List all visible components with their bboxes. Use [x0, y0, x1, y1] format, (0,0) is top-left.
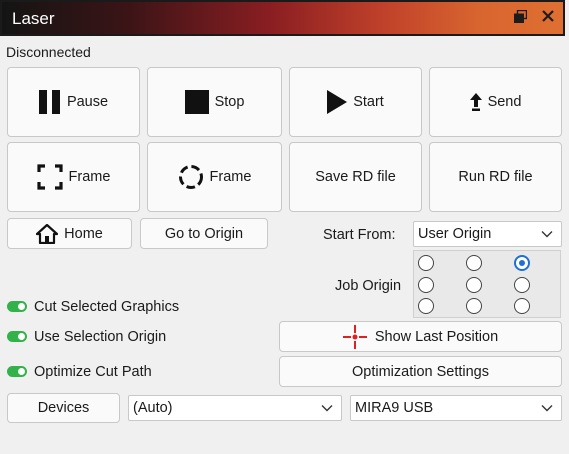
- origin-middle-left-radio[interactable]: [418, 277, 434, 293]
- upload-arrow-icon: [469, 93, 482, 111]
- frame-circle-button[interactable]: Frame: [147, 142, 282, 212]
- start-from-select[interactable]: User Origin: [413, 221, 562, 247]
- send-label: Send: [487, 94, 522, 110]
- origin-middle-right-radio[interactable]: [514, 277, 530, 293]
- connection-status: Disconnected: [6, 44, 91, 60]
- start-button[interactable]: Start: [289, 67, 422, 137]
- devices-label: Devices: [37, 400, 90, 416]
- cut-selected-graphics-toggle[interactable]: [7, 301, 27, 312]
- send-button[interactable]: Send: [429, 67, 562, 137]
- optimization-settings-label: Optimization Settings: [351, 363, 489, 380]
- go-to-origin-button[interactable]: Go to Origin: [140, 218, 268, 249]
- origin-top-left-radio[interactable]: [418, 255, 434, 271]
- origin-top-right-radio[interactable]: [514, 255, 530, 271]
- use-selection-origin-label: Use Selection Origin: [34, 329, 167, 345]
- play-icon: [327, 90, 348, 114]
- optimization-settings-button[interactable]: Optimization Settings: [279, 356, 562, 387]
- close-icon[interactable]: [542, 10, 554, 26]
- save-rd-label: Save RD file: [315, 169, 396, 185]
- frame-rect-label: Frame: [68, 169, 111, 185]
- save-rd-file-button[interactable]: Save RD file: [289, 142, 422, 212]
- run-rd-file-button[interactable]: Run RD file: [429, 142, 562, 212]
- frame-circle-icon: [178, 165, 203, 189]
- title-bar: Laser: [0, 0, 565, 36]
- job-origin-label: Job Origin: [335, 278, 402, 294]
- chevron-down-icon: [541, 231, 553, 238]
- device-select[interactable]: MIRA9 USB: [350, 395, 562, 421]
- pause-icon: [38, 90, 60, 114]
- origin-bottom-right-radio[interactable]: [514, 298, 530, 314]
- start-from-value: User Origin: [418, 226, 492, 242]
- stop-label: Stop: [214, 94, 245, 110]
- frame-rectangle-icon: [36, 164, 63, 190]
- home-icon: [36, 223, 59, 244]
- frame-rect-button[interactable]: Frame: [7, 142, 140, 212]
- chevron-down-icon: [321, 405, 333, 412]
- stop-icon: [184, 90, 209, 114]
- port-select-value: (Auto): [133, 400, 173, 416]
- optimize-cut-path-toggle[interactable]: [7, 366, 27, 377]
- job-origin-grid: [413, 250, 561, 318]
- cut-selected-graphics-label: Cut Selected Graphics: [34, 299, 180, 315]
- window-title: Laser: [12, 9, 55, 28]
- frame-circle-label: Frame: [209, 169, 252, 185]
- optimize-cut-path-label: Optimize Cut Path: [34, 364, 152, 380]
- home-label: Home: [64, 225, 103, 242]
- stop-button[interactable]: Stop: [147, 67, 282, 137]
- pause-button[interactable]: Pause: [7, 67, 140, 137]
- port-select[interactable]: (Auto): [128, 395, 342, 421]
- use-selection-origin-toggle[interactable]: [7, 331, 27, 342]
- start-label: Start: [353, 94, 384, 110]
- chevron-down-icon: [541, 405, 553, 412]
- origin-top-center-radio[interactable]: [466, 255, 482, 271]
- go-to-origin-label: Go to Origin: [164, 225, 244, 242]
- start-from-label: Start From:: [323, 227, 396, 243]
- origin-bottom-left-radio[interactable]: [418, 298, 434, 314]
- origin-bottom-center-radio[interactable]: [466, 298, 482, 314]
- device-select-value: MIRA9 USB: [355, 400, 434, 416]
- show-last-position-button[interactable]: Show Last Position: [279, 321, 562, 352]
- pause-label: Pause: [66, 94, 109, 110]
- crosshair-icon: [342, 324, 367, 349]
- show-last-position-label: Show Last Position: [374, 328, 499, 345]
- float-window-icon[interactable]: [514, 9, 528, 27]
- run-rd-label: Run RD file: [458, 169, 533, 185]
- devices-button[interactable]: Devices: [7, 393, 120, 423]
- origin-center-radio[interactable]: [466, 277, 482, 293]
- home-button[interactable]: Home: [7, 218, 132, 249]
